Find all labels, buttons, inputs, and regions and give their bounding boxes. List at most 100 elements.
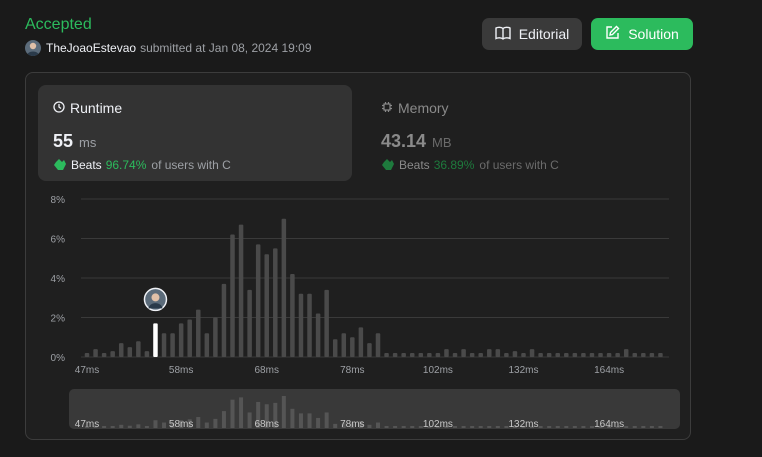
minimap-bar — [239, 397, 244, 428]
chart-bar — [332, 339, 338, 357]
minimap-bar — [290, 408, 295, 428]
minimap-bar — [102, 426, 107, 428]
minimap-bar — [119, 424, 124, 428]
chart-bar — [161, 333, 167, 357]
avatar[interactable] — [25, 40, 41, 56]
minimap-tick-label: 164ms — [594, 419, 624, 430]
chart-bar — [564, 353, 569, 357]
chart-bar — [598, 353, 603, 357]
minimap-bar — [495, 426, 500, 428]
submission-status: Accepted — [25, 16, 92, 33]
chart-bar — [504, 353, 509, 357]
avatar-face — [151, 293, 160, 302]
y-tick-label: 2% — [51, 314, 66, 325]
chart-bar — [350, 337, 355, 357]
chart-bar — [238, 224, 244, 357]
chart-bar — [572, 353, 578, 357]
minimap-bar — [204, 422, 209, 428]
x-tick-label: 164ms — [594, 365, 624, 376]
chart-bar — [221, 283, 227, 357]
minimap-bar — [307, 413, 312, 428]
chart-bar — [546, 353, 552, 357]
minimap-bar — [221, 411, 226, 428]
chart-bar — [658, 353, 663, 357]
minimap-bar — [624, 426, 629, 428]
minimap-bar — [298, 413, 303, 428]
chart-bar — [298, 293, 304, 357]
minimap-bar — [333, 423, 338, 428]
minimap-bar — [162, 422, 167, 428]
solution-label: Solution — [628, 26, 679, 42]
your-runtime-avatar-marker[interactable] — [143, 287, 168, 312]
chart-bar — [367, 343, 372, 357]
minimap-bar — [127, 425, 132, 428]
chart-bar — [375, 333, 381, 357]
minimap-bar — [461, 426, 466, 428]
solution-button[interactable]: Solution — [591, 18, 693, 50]
minimap-bar — [478, 426, 483, 428]
minimap-bar — [144, 426, 149, 428]
chart-bar — [255, 244, 261, 357]
range-minimap — [69, 389, 680, 429]
minimap-bar — [572, 426, 577, 428]
chart-bar — [623, 349, 629, 357]
chart-bar — [290, 274, 295, 357]
submission-meta: TheJoaoEstevao submitted at Jan 08, 2024… — [25, 40, 312, 56]
chart-bar — [170, 333, 175, 357]
minimap-bar — [324, 412, 329, 428]
chart-bar — [196, 309, 201, 357]
minimap-tick-label: 102ms — [423, 419, 453, 430]
chart-bar — [444, 349, 449, 357]
chart-bar — [358, 327, 364, 357]
chart-bar — [144, 351, 150, 357]
minimap-bar — [641, 426, 646, 428]
minimap-bar — [401, 426, 406, 428]
chart-bar — [315, 313, 321, 357]
minimap-bar — [555, 426, 560, 428]
chart-bar — [649, 353, 655, 357]
minimap-bar — [376, 422, 380, 428]
minimap-tick-label: 68ms — [255, 419, 279, 430]
minimap-bar — [281, 396, 286, 428]
minimap-bar — [547, 426, 552, 428]
chart-bar — [264, 254, 269, 357]
x-tick-label: 132ms — [508, 365, 538, 376]
minimap-bar — [316, 417, 321, 428]
chart-bar — [110, 351, 115, 357]
chart-bar — [529, 349, 535, 357]
username-link[interactable]: TheJoaoEstevao — [46, 41, 136, 55]
x-tick-label: 68ms — [255, 365, 279, 376]
your-runtime-bar — [153, 323, 158, 357]
minimap-bar — [393, 426, 398, 428]
minimap-bar — [230, 399, 235, 428]
editorial-label: Editorial — [518, 26, 570, 42]
chart-bar — [452, 353, 458, 357]
minimap-bar — [213, 418, 218, 428]
chart-bar — [615, 353, 620, 357]
editorial-button[interactable]: Editorial — [482, 18, 582, 50]
chart-bar — [281, 218, 287, 357]
chart-bar — [632, 353, 638, 357]
x-tick-label: 78ms — [340, 365, 364, 376]
submitted-time: submitted at Jan 08, 2024 19:09 — [140, 41, 312, 55]
chart-bar — [487, 349, 492, 357]
performance-panel: Runtime 55 ms Beats 96.74% of users with… — [25, 72, 691, 440]
chart-bar — [589, 353, 595, 357]
chart-bar — [118, 343, 124, 357]
minimap-bar — [632, 426, 637, 428]
minimap-tick-label: 47ms — [75, 419, 99, 430]
minimap-bar — [581, 426, 586, 428]
minimap-bar — [247, 412, 252, 428]
minimap-bar — [384, 426, 389, 428]
minimap-bar — [649, 426, 654, 428]
x-tick-label: 102ms — [423, 365, 453, 376]
chart-bar — [204, 333, 210, 357]
book-icon — [495, 26, 519, 43]
chart-bar — [435, 353, 441, 357]
chart-bar — [418, 353, 424, 357]
chart-bar — [84, 353, 90, 357]
x-tick-label: 47ms — [75, 365, 99, 376]
edit-icon — [605, 25, 628, 43]
minimap-bar — [153, 420, 158, 428]
y-tick-label: 0% — [51, 353, 66, 364]
